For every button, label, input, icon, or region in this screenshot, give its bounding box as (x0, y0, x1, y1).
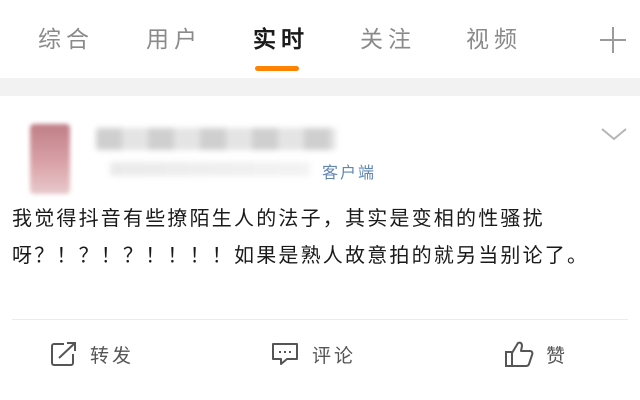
add-tab-button[interactable] (598, 22, 628, 58)
avatar[interactable] (30, 124, 70, 194)
tab-users[interactable]: 用户 (146, 22, 202, 58)
username-redacted (96, 128, 336, 150)
tab-comprehensive[interactable]: 综合 (38, 22, 94, 58)
repost-button[interactable]: 转发 (50, 336, 134, 372)
tab-following[interactable]: 关注 (360, 22, 416, 58)
chevron-down-icon[interactable] (600, 126, 628, 142)
repost-label: 转发 (90, 344, 135, 367)
divider (12, 319, 628, 320)
top-tab-bar: 综合 用户 实时 关注 视频 (0, 0, 640, 78)
comment-button[interactable]: 评论 (270, 336, 356, 372)
active-tab-indicator (255, 66, 299, 71)
comment-label: 评论 (312, 344, 357, 367)
post-card: 客户端 我觉得抖音有些撩陌生人的法子，其实是变相的性骚扰呀？！？！？！！！！如果… (0, 96, 640, 400)
like-label: 赞 (546, 344, 569, 367)
like-button[interactable]: 赞 (504, 336, 568, 372)
post-source: 客户端 (322, 163, 377, 182)
repost-icon (50, 341, 78, 367)
comment-icon (270, 341, 300, 367)
post-text: 我觉得抖音有些撩陌生人的法子，其实是变相的性骚扰呀？！？！？！！！！如果是熟人故… (12, 206, 590, 267)
tab-realtime[interactable]: 实时 (253, 22, 309, 58)
post-meta-redacted (110, 162, 310, 176)
tab-video[interactable]: 视频 (466, 22, 522, 58)
thumbs-up-icon (504, 340, 534, 368)
